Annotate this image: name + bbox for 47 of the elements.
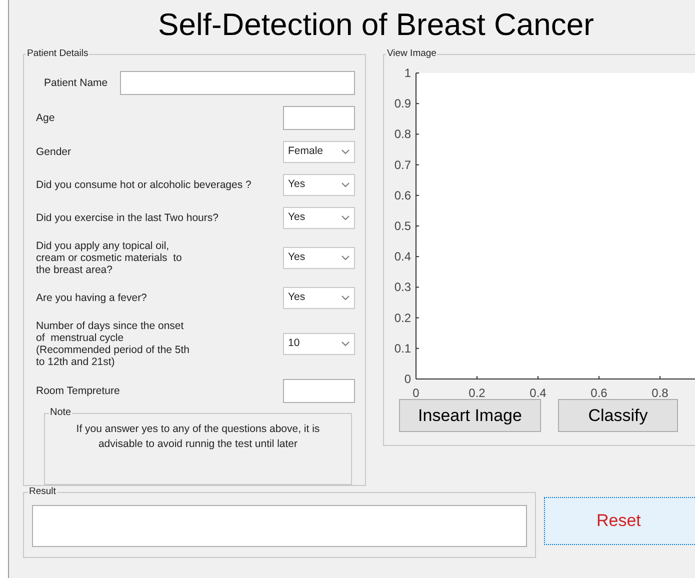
dropdown[interactable]: 10 (283, 333, 355, 355)
result-field[interactable] (32, 505, 528, 547)
input-field[interactable] (283, 379, 355, 403)
field-label: Gender (36, 146, 72, 158)
field-label: Patient Name (43, 77, 108, 89)
tick-label: 0.7 (394, 158, 411, 172)
tick-label: 0.8 (394, 127, 411, 142)
input-field[interactable] (120, 71, 355, 95)
tick-label: 0.4 (394, 250, 411, 264)
tick-label: 1 (404, 66, 411, 80)
dropdown[interactable]: Yes (283, 287, 355, 309)
chevron-icon (341, 182, 350, 188)
input-field[interactable] (283, 106, 355, 130)
tick-label: 0.3 (394, 280, 411, 294)
field-label: Did you apply any topical oil, cream or cosmetic materials to the breast area? (36, 240, 182, 276)
action-button[interactable]: Inseart Image (399, 399, 541, 432)
field-label: Are you having a fever? (36, 292, 147, 304)
action-button[interactable]: Classify (558, 399, 678, 432)
tick-label: 0.5 (394, 219, 411, 233)
tick-label: 0.8 (652, 386, 668, 399)
reset-button[interactable]: Reset (544, 497, 695, 545)
dropdown[interactable]: Yes (283, 247, 355, 269)
tick-label: 0.2 (468, 386, 486, 399)
dropdown[interactable]: Yes (283, 174, 355, 196)
page-title: Self-Detection of Breast Cancer (157, 6, 595, 44)
tick-label: 0.6 (590, 386, 608, 399)
tick-label: 0 (404, 372, 411, 386)
field-label: Room Tempreture (36, 385, 120, 397)
tick-label: 0.2 (394, 310, 411, 325)
tick-label: 0.6 (394, 188, 411, 202)
chevron-icon (341, 341, 350, 347)
tick-label: 0 (412, 386, 420, 399)
chevron-icon (341, 149, 350, 155)
chevron-icon (341, 255, 350, 261)
field-label: Did you consume hot or alcoholic beverages ? (36, 179, 252, 191)
field-label: Number of days since the onset of menstrual cycle (Recommended period of the 5th to 12th and 21st) (36, 320, 190, 368)
tick-label: 0.4 (530, 386, 546, 399)
tick-label: 0.9 (394, 96, 411, 111)
note-text: If you answer yes to any of the questions above, it is advisable to avoid runnig the test until later (75, 422, 321, 452)
field-label: Age (36, 112, 55, 124)
chevron-icon (341, 215, 350, 221)
tick-label: 0.1 (394, 341, 411, 356)
dropdown[interactable]: Female (283, 141, 355, 163)
chevron-icon (341, 295, 350, 301)
dropdown[interactable]: Yes (283, 207, 355, 229)
panel-title: View Image (386, 48, 438, 60)
field-label: Did you exercise in the last Two hours? (36, 212, 218, 224)
